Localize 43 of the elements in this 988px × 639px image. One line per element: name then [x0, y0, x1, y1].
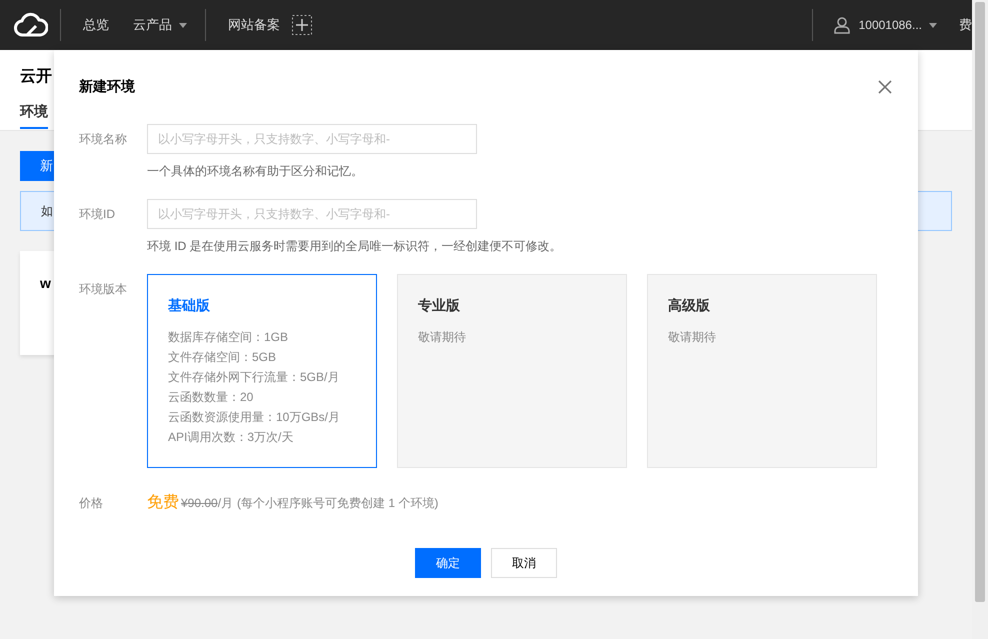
- add-icon[interactable]: [292, 15, 312, 35]
- field-label: 环境ID: [79, 206, 116, 223]
- field-label: 环境名称: [79, 131, 128, 148]
- version-detail: API调用次数：3万次/天: [168, 429, 294, 446]
- field-label: 价格: [79, 495, 104, 512]
- page-title: 云开: [20, 67, 52, 87]
- input-field[interactable]: 以小写字母开头，只支持数字、小写字母和-: [147, 124, 477, 154]
- input-field[interactable]: 以小写字母开头，只支持数字、小写字母和-: [147, 199, 477, 229]
- original-price: ¥90.00: [181, 496, 218, 510]
- user-icon[interactable]: [832, 16, 851, 34]
- nav-item[interactable]: 总览: [61, 16, 109, 34]
- price-unit: /月: [218, 495, 234, 512]
- free-price: 免费: [147, 492, 179, 513]
- nav-item[interactable]: 云产品: [111, 16, 187, 34]
- version-name: 基础版: [168, 297, 211, 315]
- version-detail: 云函数数量：20: [168, 389, 254, 406]
- caret-icon: [179, 23, 187, 28]
- nav-item[interactable]: 费: [959, 16, 972, 34]
- field-label: 环境版本: [79, 281, 128, 298]
- price-note: (每个小程序账号可免费创建 1 个环境): [237, 495, 438, 512]
- card-title: w: [40, 275, 51, 291]
- version-detail: 敬请期待: [418, 329, 467, 346]
- cancel-button[interactable]: 取消: [491, 548, 557, 578]
- version-detail: 敬请期待: [668, 329, 717, 346]
- tab[interactable]: 环境: [20, 103, 48, 129]
- version-card[interactable]: 高级版 敬请期待: [647, 274, 877, 468]
- field-hint: 一个具体的环境名称有助于区分和记忆。: [147, 163, 364, 179]
- close-icon[interactable]: [878, 80, 892, 94]
- version-card[interactable]: 专业版 敬请期待: [397, 274, 627, 468]
- field-hint: 环境 ID 是在使用云服务时需要用到的全局唯一标识符，一经创建便不可修改。: [147, 238, 562, 254]
- version-detail: 文件存储外网下行流量：5GB/月: [168, 369, 340, 386]
- version-name: 专业版: [418, 297, 461, 315]
- account-menu[interactable]: 10001086...: [858, 18, 937, 32]
- caret-icon: [929, 23, 937, 28]
- version-detail: 数据库存储空间：1GB: [168, 329, 290, 346]
- version-name: 高级版: [668, 297, 711, 315]
- version-detail: 文件存储空间：5GB: [168, 349, 278, 366]
- confirm-button[interactable]: 确定: [415, 548, 481, 578]
- version-card[interactable]: 基础版 数据库存储空间：1GB 文件存储空间：5GB 文件存储外网下行流量：5GB/月 云函数数量：20 云函数资源使用量：10万GBs/月 API调用次数：3万次/天: [147, 274, 377, 468]
- version-detail: 云函数资源使用量：10万GBs/月: [168, 409, 342, 426]
- dialog-title: 新建环境: [79, 78, 135, 96]
- cloud-logo-icon[interactable]: [14, 12, 48, 38]
- nav-item[interactable]: 网站备案: [206, 16, 280, 34]
